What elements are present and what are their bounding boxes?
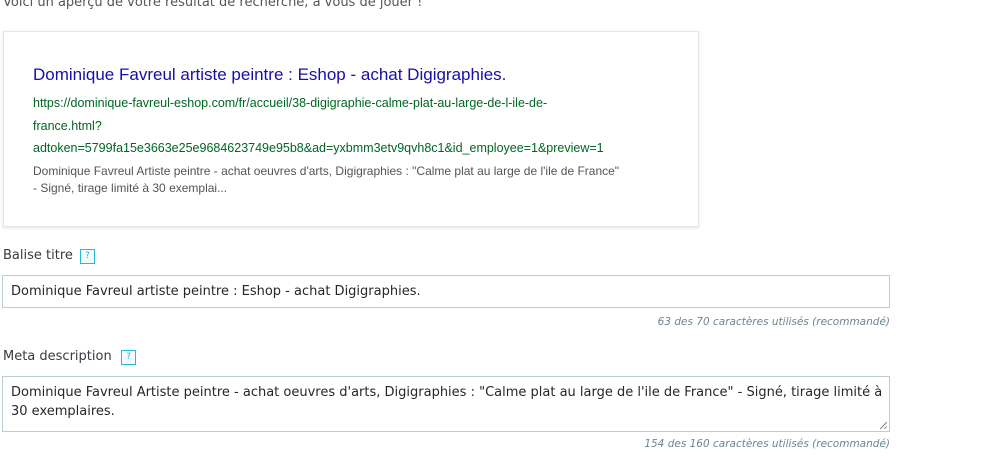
meta-description-textarea[interactable]: Dominique Favreul Artiste peintre - acha… xyxy=(2,376,890,432)
title-char-counter: 63 des 70 caractères utilisés (recommand… xyxy=(657,316,890,328)
preview-title-link[interactable]: Dominique Favreul artiste peintre : Esho… xyxy=(33,65,506,85)
intro-text: Voici un aperçu de votre résultat de rec… xyxy=(3,0,423,10)
title-input[interactable]: Dominique Favreul artiste peintre : Esho… xyxy=(2,275,890,308)
preview-url: https://dominique-favreul-eshop.com/fr/a… xyxy=(33,92,683,160)
resize-handle[interactable] xyxy=(880,422,887,429)
preview-description-line: - Signé, tirage limité à 30 exemplai... xyxy=(33,181,228,195)
preview-url-line: france.html? xyxy=(33,118,102,133)
description-field-label: Meta description xyxy=(3,349,112,364)
title-field-label: Balise titre xyxy=(3,248,73,263)
meta-description-line: 30 exemplaires. xyxy=(11,404,115,419)
help-icon[interactable]: ? xyxy=(80,249,95,264)
search-preview-card: Dominique Favreul artiste peintre : Esho… xyxy=(3,31,699,227)
description-char-counter: 154 des 160 caractères utilisés (recomma… xyxy=(644,438,890,450)
preview-url-line: https://dominique-favreul-eshop.com/fr/a… xyxy=(33,96,548,110)
seo-preview-panel: Voici un aperçu de votre résultat de rec… xyxy=(0,0,988,468)
meta-description-line: Dominique Favreul Artiste peintre - acha… xyxy=(11,385,883,400)
preview-url-line: adtoken=5799fa15e3663e25e9684623749e95b8… xyxy=(33,141,604,155)
help-icon[interactable]: ? xyxy=(121,350,136,365)
preview-description-line: Dominique Favreul Artiste peintre - acha… xyxy=(33,164,620,178)
preview-description: Dominique Favreul Artiste peintre - acha… xyxy=(33,163,683,197)
